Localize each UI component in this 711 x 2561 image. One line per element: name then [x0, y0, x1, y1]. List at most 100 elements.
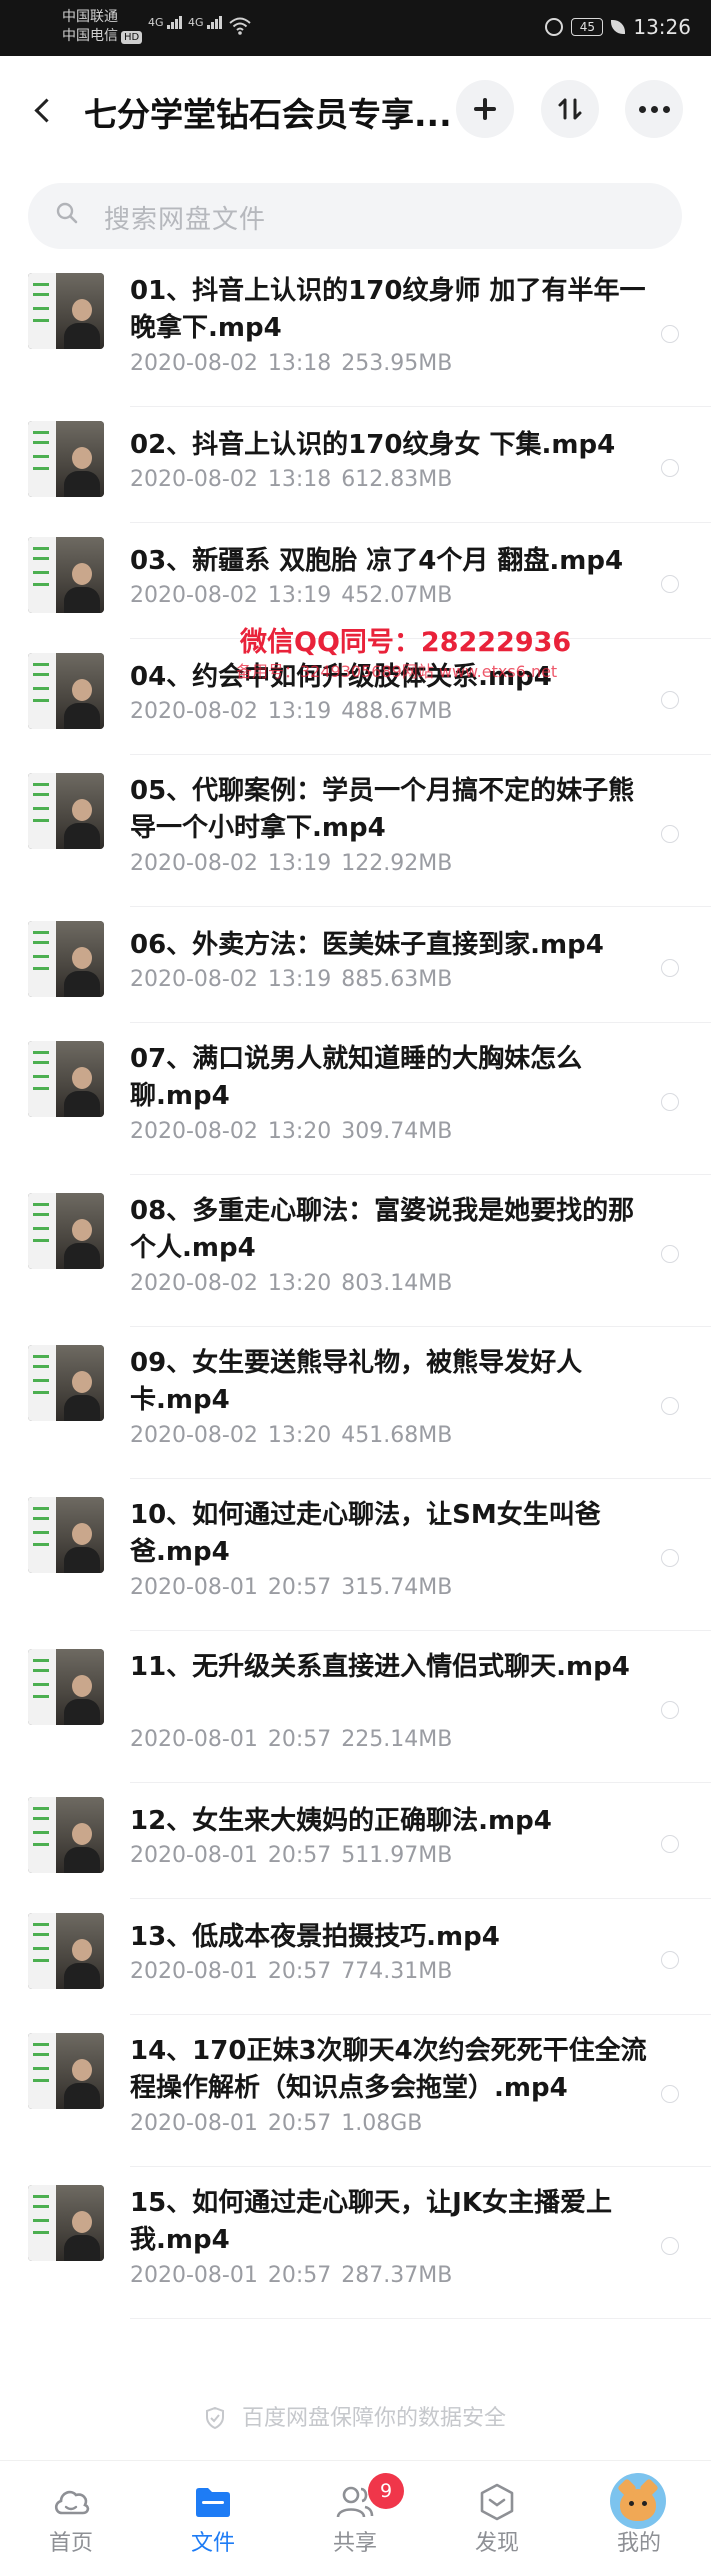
file-row[interactable]: 07、满口说男人就知道睡的大胸妹怎么聊.mp4 2020-08-02 13:20 3… [0, 1023, 711, 1175]
tab-mine-label: 我的 [616, 2531, 661, 2556]
file-row[interactable]: 05、代聊案例：学员一个月搞不定的妹子熊导一个小时拿下.mp4 2020-08-… [0, 755, 711, 907]
file-row[interactable]: 11、无升级关系直接进入情侣式聊天.mp4 2020-08-01 20:57 225… [0, 1631, 711, 1783]
divider [130, 2318, 711, 2319]
select-checkbox[interactable] [661, 459, 679, 477]
select-checkbox[interactable] [661, 2237, 679, 2255]
security-note: 百度网盘保障你的数据安全 [0, 2400, 711, 2432]
select-checkbox[interactable] [661, 1701, 679, 1719]
video-thumbnail [28, 421, 104, 497]
file-time: 13:19 [267, 699, 332, 724]
file-row[interactable]: 15、如何通过走心聊天，让JK女主播爱上我.mp4 2020-08-01 20:5… [0, 2167, 711, 2319]
network-type-1: 4G [148, 16, 164, 29]
network-type-2: 4G [188, 16, 204, 29]
file-row[interactable]: 01、抖音上认识的170纹身师 加了有半年一晚拿下.mp4 2020-08-02… [0, 255, 711, 407]
file-date: 2020-08-02 [130, 467, 258, 492]
search-input[interactable]: 搜索网盘文件 [28, 183, 682, 249]
file-date: 2020-08-02 [130, 583, 258, 608]
select-checkbox[interactable] [661, 1951, 679, 1969]
video-thumbnail [28, 2185, 104, 2261]
file-size: 225.14MB [341, 1727, 453, 1752]
file-size: 885.63MB [341, 967, 453, 992]
cloud-home-icon [54, 2490, 90, 2515]
back-icon[interactable] [30, 94, 62, 128]
tab-home[interactable]: 首页 [0, 2461, 142, 2561]
video-thumbnail [28, 921, 104, 997]
file-time: 13:18 [267, 351, 332, 376]
video-thumbnail [28, 773, 104, 849]
file-size: 253.95MB [341, 351, 453, 376]
file-meta: 2020-08-02 13:19 488.67MB [130, 699, 452, 724]
file-size: 287.37MB [341, 2263, 453, 2288]
file-meta: 2020-08-01 20:57 774.31MB [130, 1959, 452, 1984]
file-size: 488.67MB [341, 699, 453, 724]
video-thumbnail [28, 273, 104, 349]
file-row[interactable]: 06、外卖方法：医美妹子直接到家.mp4 2020-08-02 13:19 885.… [0, 907, 711, 1023]
select-checkbox[interactable] [661, 325, 679, 343]
select-checkbox[interactable] [661, 959, 679, 977]
sort-button[interactable] [541, 80, 599, 138]
select-checkbox[interactable] [661, 825, 679, 843]
carrier-info: 中国联通 中国电信 HD [62, 8, 143, 46]
bottom-nav: 首页 文件 9 共享 发现 我的 [0, 2460, 711, 2561]
file-date: 2020-08-01 [130, 1959, 258, 1984]
video-thumbnail [28, 1497, 104, 1573]
file-size: 511.97MB [341, 1843, 453, 1868]
select-checkbox[interactable] [661, 1093, 679, 1111]
file-name: 01、抖音上认识的170纹身师 加了有半年一晚拿下.mp4 [130, 276, 646, 343]
file-row[interactable]: 12、女生来大姨妈的正确聊法.mp4 2020-08-01 20:57 511.97… [0, 1783, 711, 1899]
file-row[interactable]: 14、170正妹3次聊天4次约会死死干住全流程操作解析（知识点多会拖堂）.mp4… [0, 2015, 711, 2167]
file-meta: 2020-08-01 20:57 511.97MB [130, 1843, 452, 1868]
file-size: 774.31MB [341, 1959, 453, 1984]
folder-icon [196, 2488, 230, 2517]
add-button[interactable] [456, 80, 514, 138]
file-row[interactable]: 13、低成本夜景拍摄技巧.mp4 2020-08-01 20:57 774.31MB [0, 1899, 711, 2015]
more-button[interactable] [625, 80, 683, 138]
tab-share[interactable]: 9 共享 [284, 2461, 426, 2561]
tab-home-label: 首页 [48, 2531, 93, 2556]
file-time: 20:57 [267, 1959, 332, 1984]
select-checkbox[interactable] [661, 1245, 679, 1263]
alarm-icon [545, 18, 564, 36]
clock: 13:26 [633, 15, 691, 39]
tab-discover[interactable]: 发现 [426, 2461, 568, 2561]
file-size: 315.74MB [341, 1575, 453, 1600]
file-meta: 2020-08-02 13:18 612.83MB [130, 467, 452, 492]
video-thumbnail [28, 1193, 104, 1269]
select-checkbox[interactable] [661, 1397, 679, 1415]
file-date: 2020-08-01 [130, 1575, 258, 1600]
file-meta: 2020-08-02 13:20 803.14MB [130, 1271, 452, 1296]
file-date: 2020-08-01 [130, 2111, 258, 2136]
watermark-website: 备用号：3249305689网站 www.etxs6.net [236, 662, 558, 681]
plus-icon [474, 98, 496, 120]
file-row[interactable]: 02、抖音上认识的170纹身女 下集.mp4 2020-08-02 13:18 61… [0, 407, 711, 523]
signal-2-icon: 4G [188, 16, 223, 29]
file-time: 13:19 [267, 583, 332, 608]
file-row[interactable]: 09、女生要送熊导礼物，被熊导发好人卡.mp4 2020-08-02 13:20 4… [0, 1327, 711, 1479]
file-size: 451.68MB [341, 1423, 453, 1448]
top-bar: 七分学堂钻石会员专享... [0, 56, 711, 166]
select-checkbox[interactable] [661, 2085, 679, 2103]
battery-indicator: 45 [571, 18, 604, 36]
tab-mine[interactable]: 我的 [568, 2461, 710, 2561]
wifi-icon [229, 17, 251, 35]
file-date: 2020-08-01 [130, 1727, 258, 1752]
status-bar: 中国联通 中国电信 HD 4G 4G 45 13:26 [0, 0, 711, 56]
file-name: 12、女生来大姨妈的正确聊法.mp4 [130, 1806, 552, 1836]
select-checkbox[interactable] [661, 691, 679, 709]
tab-share-label: 共享 [332, 2531, 377, 2556]
file-time: 20:57 [267, 1843, 332, 1868]
tab-files[interactable]: 文件 [142, 2461, 284, 2561]
file-row[interactable]: 10、如何通过走心聊法，让SM女生叫爸爸.mp4 2020-08-01 20:57… [0, 1479, 711, 1631]
file-date: 2020-08-02 [130, 351, 258, 376]
file-row[interactable]: 08、多重走心聊法：富婆说我是她要找的那个人.mp4 2020-08-02 13:… [0, 1175, 711, 1327]
file-date: 2020-08-02 [130, 851, 258, 876]
search-icon [56, 202, 78, 224]
file-time: 13:20 [267, 1423, 332, 1448]
select-checkbox[interactable] [661, 1549, 679, 1567]
select-checkbox[interactable] [661, 1835, 679, 1853]
security-note-text: 百度网盘保障你的数据安全 [241, 2406, 506, 2431]
file-date: 2020-08-02 [130, 699, 258, 724]
file-date: 2020-08-02 [130, 967, 258, 992]
select-checkbox[interactable] [661, 575, 679, 593]
sort-icon [558, 98, 582, 120]
